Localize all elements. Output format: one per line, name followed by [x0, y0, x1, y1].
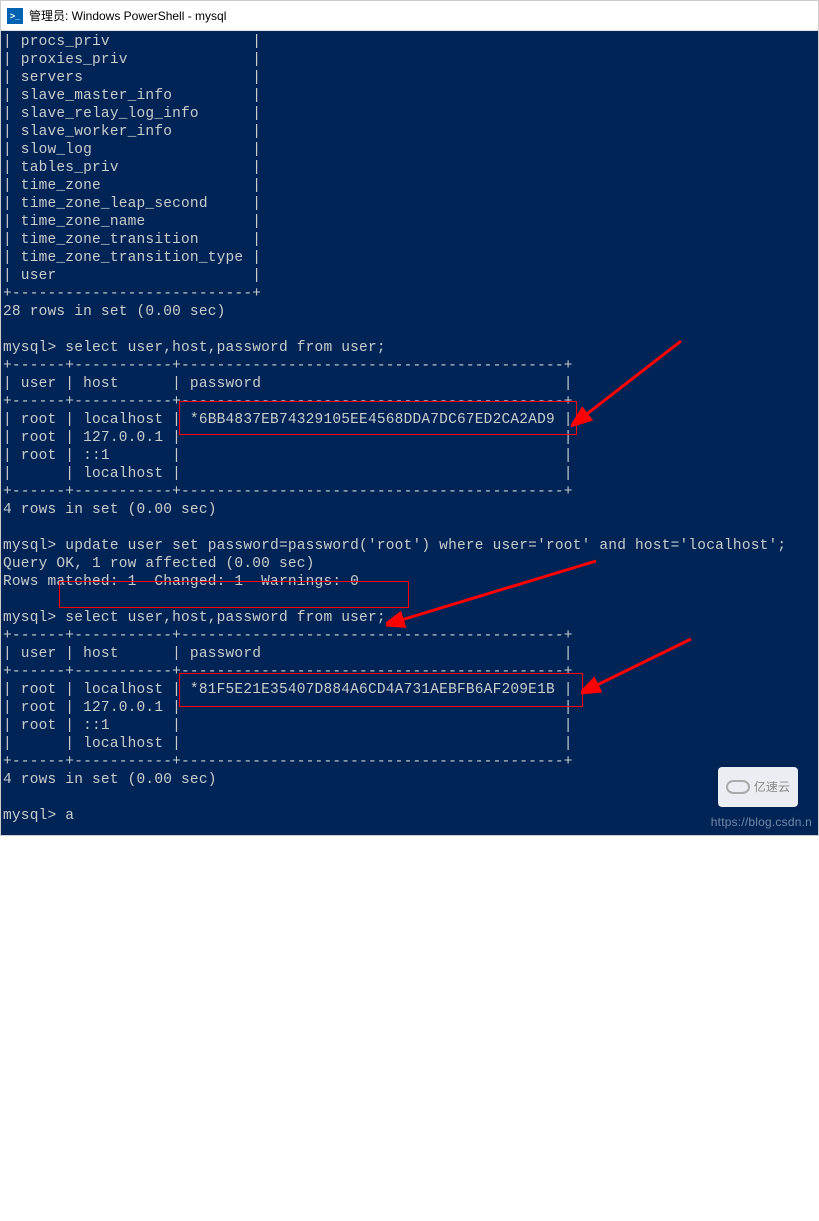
app-window: >_ 管理员: Windows PowerShell - mysql | pro… — [0, 0, 819, 836]
terminal-line — [3, 519, 818, 537]
terminal-line: +------+-----------+--------------------… — [3, 627, 818, 645]
cloud-icon — [726, 780, 750, 794]
terminal-line: | procs_priv | — [3, 33, 818, 51]
terminal-line: | time_zone_name | — [3, 213, 818, 231]
terminal-output[interactable]: | procs_priv || proxies_priv || servers … — [1, 31, 818, 835]
terminal-line: | servers | — [3, 69, 818, 87]
terminal-line: mysql> a — [3, 807, 818, 825]
terminal-line: Rows matched: 1 Changed: 1 Warnings: 0 — [3, 573, 818, 591]
terminal-line: | slave_worker_info | — [3, 123, 818, 141]
terminal-line: mysql> select user,host,password from us… — [3, 339, 818, 357]
terminal-line: mysql> update user set password=password… — [3, 537, 818, 555]
terminal-line: | root | localhost | *81F5E21E35407D884A… — [3, 681, 818, 699]
terminal-line: | user | host | password | — [3, 375, 818, 393]
terminal-line: | slave_master_info | — [3, 87, 818, 105]
terminal-line: | | localhost | | — [3, 735, 818, 753]
terminal-line: | root | localhost | *6BB4837EB74329105E… — [3, 411, 818, 429]
terminal-line: | user | — [3, 267, 818, 285]
titlebar[interactable]: >_ 管理员: Windows PowerShell - mysql — [1, 1, 818, 31]
powershell-icon: >_ — [7, 8, 23, 24]
terminal-line: | root | ::1 | | — [3, 447, 818, 465]
watermark-logo-text: 亿速云 — [754, 778, 791, 796]
terminal-line: Query OK, 1 row affected (0.00 sec) — [3, 555, 818, 573]
terminal-line — [3, 321, 818, 339]
terminal-line: +------+-----------+--------------------… — [3, 483, 818, 501]
watermark-logo: 亿速云 — [718, 767, 798, 807]
terminal-line: +------+-----------+--------------------… — [3, 357, 818, 375]
terminal-line: | time_zone_leap_second | — [3, 195, 818, 213]
terminal-line: | slow_log | — [3, 141, 818, 159]
terminal-line: | root | 127.0.0.1 | | — [3, 429, 818, 447]
terminal-line: 28 rows in set (0.00 sec) — [3, 303, 818, 321]
terminal-line: | proxies_priv | — [3, 51, 818, 69]
terminal-line: | slave_relay_log_info | — [3, 105, 818, 123]
terminal-line: | time_zone | — [3, 177, 818, 195]
terminal-line: +------+-----------+--------------------… — [3, 393, 818, 411]
terminal-line: | tables_priv | — [3, 159, 818, 177]
terminal-line: 4 rows in set (0.00 sec) — [3, 501, 818, 519]
terminal-line: +------+-----------+--------------------… — [3, 663, 818, 681]
terminal-line — [3, 591, 818, 609]
terminal-line: +---------------------------+ — [3, 285, 818, 303]
watermark-url: https://blog.csdn.n — [711, 813, 812, 831]
terminal-line: | user | host | password | — [3, 645, 818, 663]
terminal-line: mysql> select user,host,password from us… — [3, 609, 818, 627]
terminal-line: | root | ::1 | | — [3, 717, 818, 735]
terminal-line: +------+-----------+--------------------… — [3, 753, 818, 771]
terminal-line: | root | 127.0.0.1 | | — [3, 699, 818, 717]
terminal-line: | time_zone_transition | — [3, 231, 818, 249]
terminal-line: 4 rows in set (0.00 sec) — [3, 771, 818, 789]
terminal-line — [3, 789, 818, 807]
window-title: 管理员: Windows PowerShell - mysql — [29, 7, 226, 24]
terminal-line: | time_zone_transition_type | — [3, 249, 818, 267]
terminal-line: | | localhost | | — [3, 465, 818, 483]
